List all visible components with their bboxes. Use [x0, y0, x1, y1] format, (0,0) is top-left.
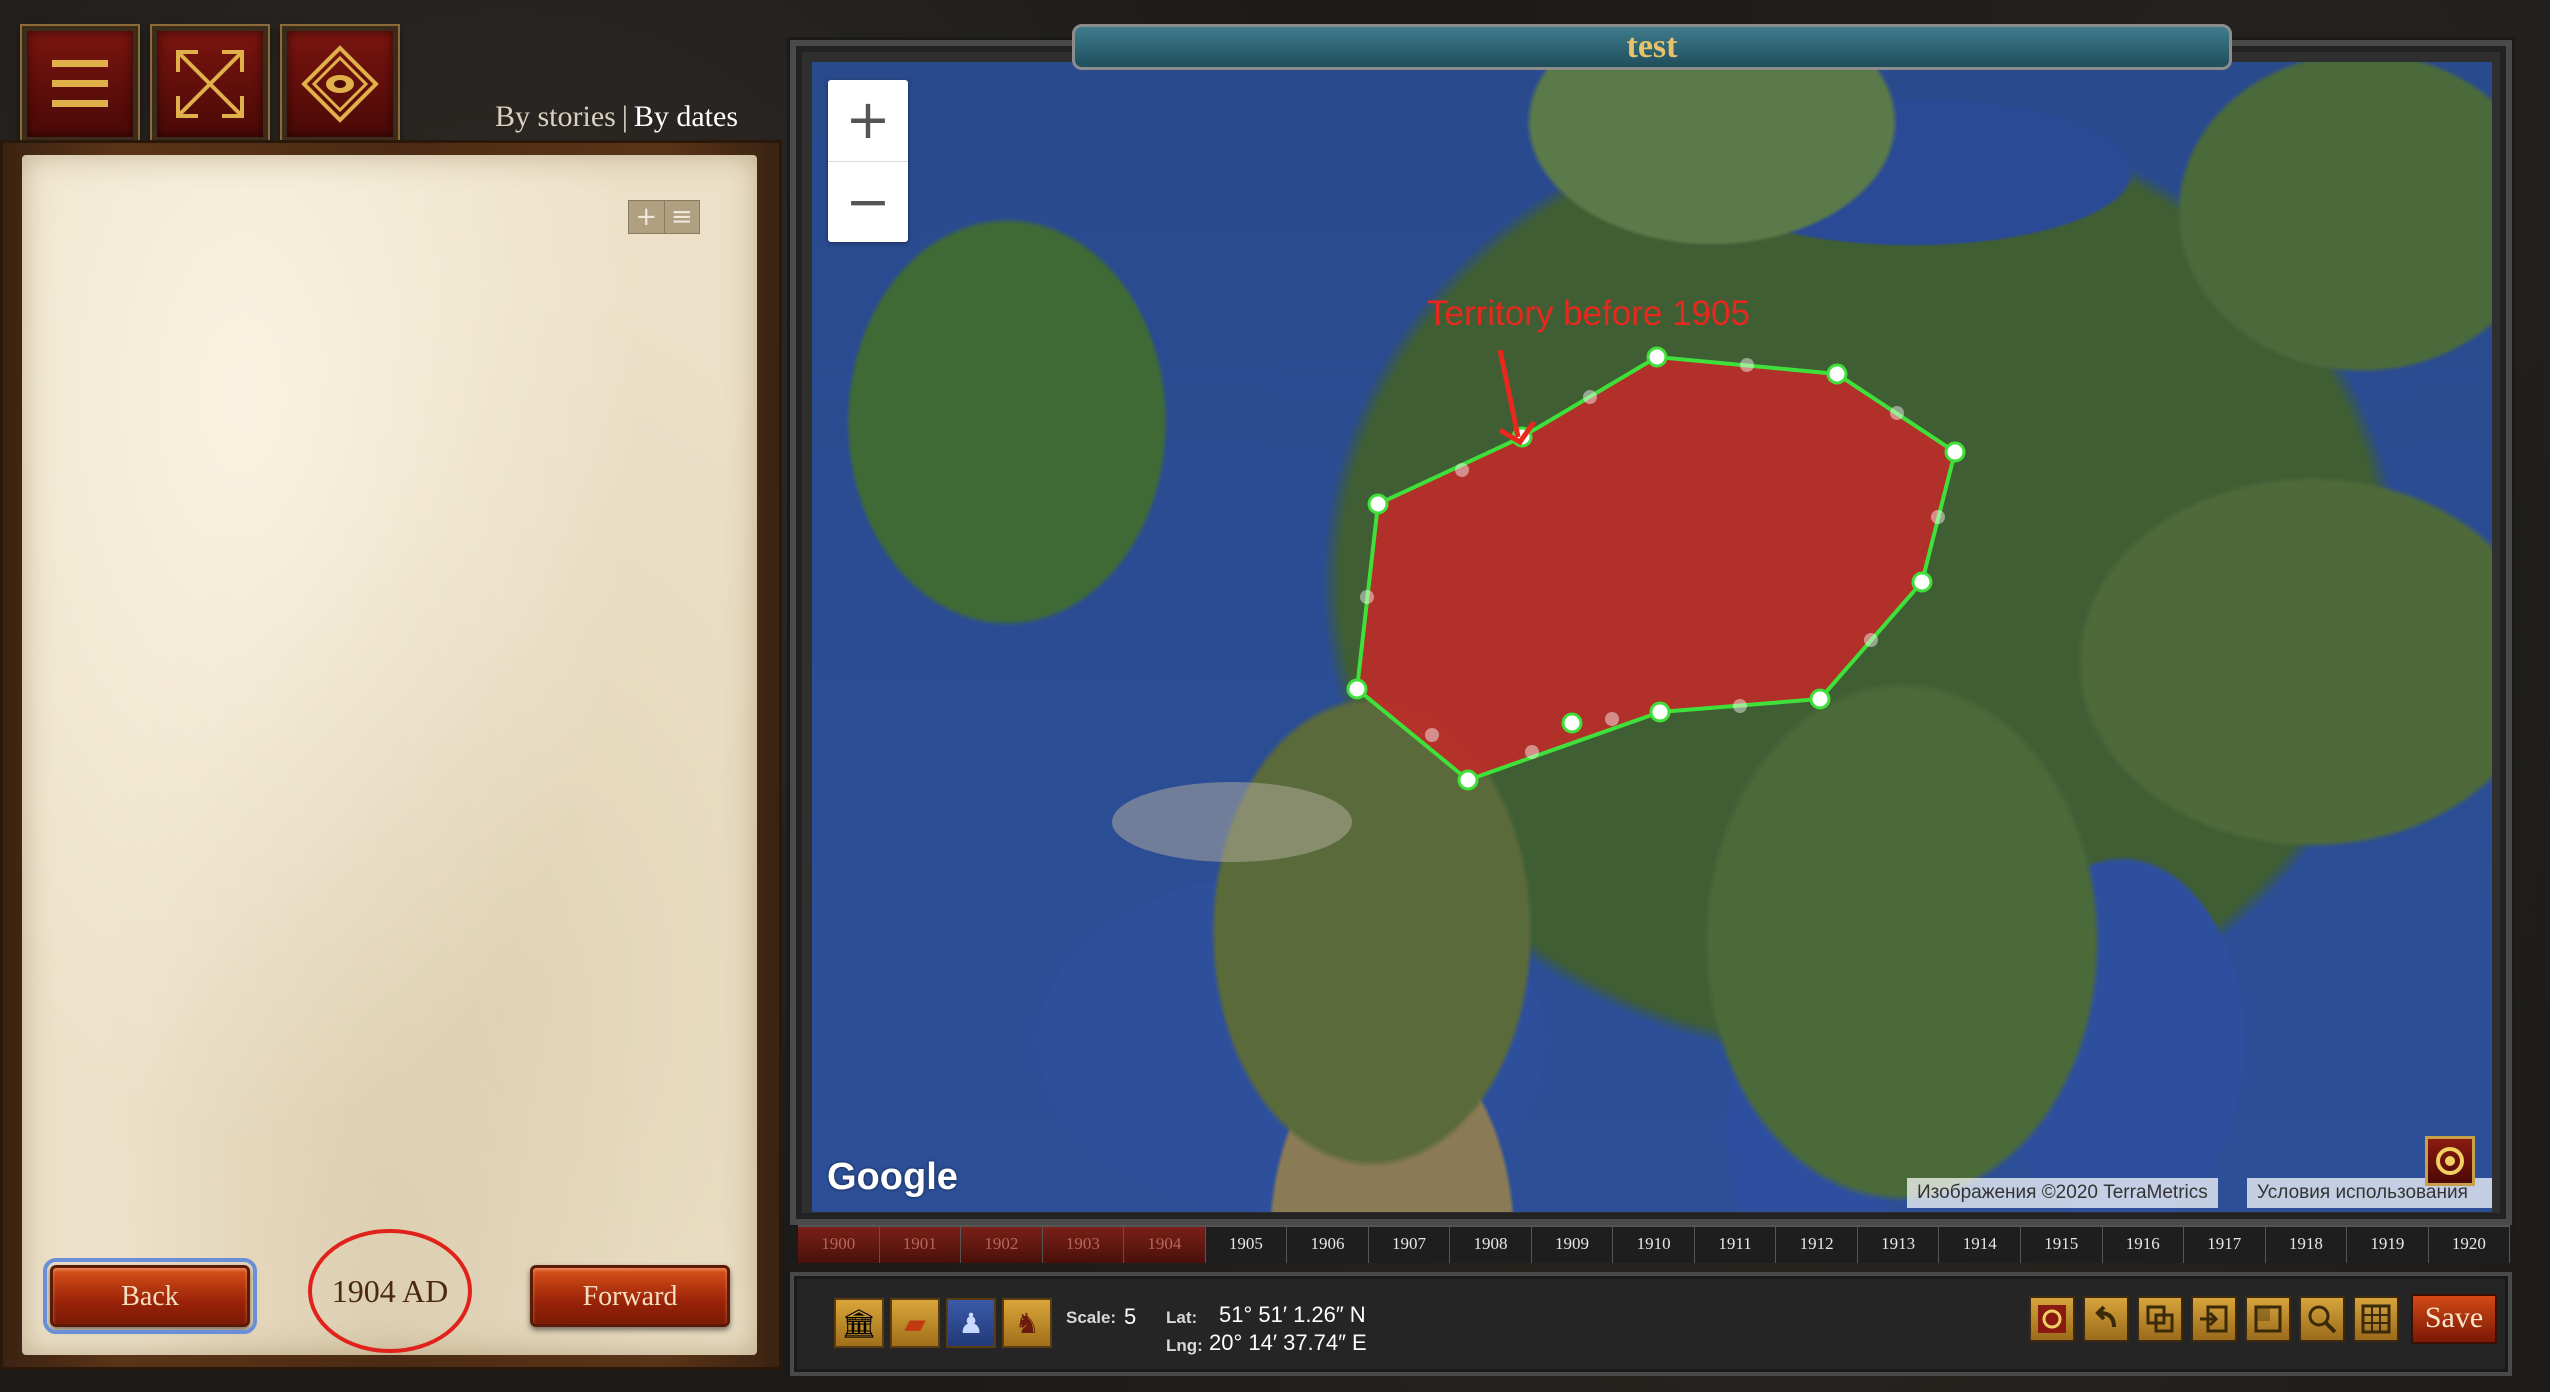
grid-button[interactable]	[2353, 1296, 2399, 1342]
save-button[interactable]: Save	[2411, 1294, 2497, 1344]
view-toggle: By stories | By dates	[495, 100, 738, 134]
story-parchment	[22, 155, 757, 1355]
zoom-in-button[interactable]: +	[828, 80, 908, 161]
lat-label: Lat:	[1166, 1308, 1198, 1327]
timeline-year[interactable]: 1916	[2103, 1227, 2185, 1263]
import-icon	[2200, 1305, 2228, 1333]
timeline-year[interactable]: 1903	[1042, 1227, 1125, 1263]
timeline-year[interactable]: 1901	[879, 1227, 962, 1263]
back-button[interactable]: Back	[43, 1258, 257, 1334]
person-icon[interactable]: ♟	[946, 1298, 996, 1348]
timeline-year[interactable]: 1915	[2021, 1227, 2103, 1263]
map-target-button[interactable]	[2425, 1136, 2475, 1186]
territory-overlay[interactable]	[812, 62, 2492, 1212]
horse-rider-icon[interactable]: ♞	[1002, 1298, 1052, 1348]
google-logo: Google	[827, 1156, 958, 1198]
annotation-arrow	[1497, 349, 1537, 446]
timeline-year[interactable]: 1919	[2347, 1227, 2429, 1263]
diamond-button[interactable]	[280, 24, 400, 144]
timeline-year[interactable]: 1906	[1287, 1227, 1369, 1263]
current-date-label: 1904 AD	[331, 1272, 449, 1309]
map-title: test	[1072, 24, 2232, 70]
timeline-year[interactable]: 1900	[798, 1227, 880, 1263]
bottom-toolbar: 🏛 ▰ ♟ ♞ Scale: 5 Lat: 51° 51′ 1.26″ N Ln…	[790, 1272, 2512, 1376]
timeline-year[interactable]: 1908	[1450, 1227, 1532, 1263]
search-icon	[2308, 1305, 2337, 1334]
scale-value: 5	[1124, 1304, 1137, 1329]
record-button[interactable]	[2029, 1296, 2075, 1342]
fullscreen-arrows-icon	[176, 50, 244, 118]
timeline-year[interactable]: 1920	[2429, 1227, 2511, 1263]
search-button[interactable]	[2299, 1296, 2345, 1342]
timeline-year[interactable]: 1918	[2266, 1227, 2348, 1263]
diamond-target-icon	[301, 45, 379, 123]
scale-label: Scale:	[1066, 1308, 1117, 1327]
timeline-year[interactable]: 1914	[1939, 1227, 2021, 1263]
target-icon	[2436, 1147, 2464, 1175]
target-icon	[2038, 1305, 2066, 1333]
copy-icon	[2146, 1305, 2174, 1333]
crop-icon	[2254, 1305, 2282, 1333]
grid-icon	[2361, 1304, 2391, 1334]
zoom-control: + −	[828, 80, 908, 242]
alps-terrain	[1112, 782, 1352, 862]
territory-annotation: Territory before 1905	[1427, 294, 1750, 333]
map-view[interactable]: Territory before 1905 + − Google Изображ…	[812, 62, 2492, 1212]
museum-icon[interactable]: 🏛	[834, 1298, 884, 1348]
map-attribution: Изображения ©2020 TerraMetrics	[1907, 1178, 2218, 1208]
copy-button[interactable]	[2137, 1296, 2183, 1342]
undo-button[interactable]	[2083, 1296, 2129, 1342]
year-timeline: 1900 1901 1902 1903 1904 1905 1906 1907 1908 1909…	[798, 1225, 2511, 1263]
undo-icon	[2095, 1305, 2116, 1328]
timeline-year[interactable]: 1913	[1858, 1227, 1940, 1263]
add-list-control[interactable]: + ≡	[628, 200, 700, 234]
by-dates-link[interactable]: By dates	[634, 100, 738, 133]
crop-button[interactable]	[2245, 1296, 2291, 1342]
timeline-year[interactable]: 1910	[1613, 1227, 1695, 1263]
forward-button[interactable]: Forward	[530, 1265, 730, 1327]
timeline-year[interactable]: 1905	[1206, 1227, 1288, 1263]
import-button[interactable]	[2191, 1296, 2237, 1342]
zoom-out-button[interactable]: −	[828, 161, 908, 242]
timeline-year[interactable]: 1912	[1776, 1227, 1858, 1263]
timeline-year[interactable]: 1907	[1369, 1227, 1451, 1263]
timeline-year[interactable]: 1902	[961, 1227, 1043, 1263]
current-date: 1904 AD	[305, 1225, 475, 1357]
hamburger-menu-icon	[52, 60, 108, 107]
add-icon[interactable]: +	[629, 201, 664, 233]
timeline-year[interactable]: 1904	[1124, 1227, 1206, 1263]
map-icon[interactable]: ▰	[890, 1298, 940, 1348]
by-stories-link[interactable]: By stories	[495, 100, 616, 133]
timeline-year[interactable]: 1911	[1695, 1227, 1777, 1263]
timeline-year[interactable]: 1909	[1532, 1227, 1614, 1263]
lng-label: Lng:	[1166, 1336, 1203, 1355]
menu-button[interactable]	[20, 24, 140, 144]
toggle-separator: |	[621, 100, 628, 133]
timeline-year[interactable]: 1917	[2184, 1227, 2266, 1263]
list-icon[interactable]: ≡	[663, 201, 700, 233]
fullscreen-button[interactable]	[150, 24, 270, 144]
lat-value: 51° 51′ 1.26″ N	[1219, 1302, 1366, 1327]
lng-value: 20° 14′ 37.74″ E	[1209, 1330, 1367, 1355]
